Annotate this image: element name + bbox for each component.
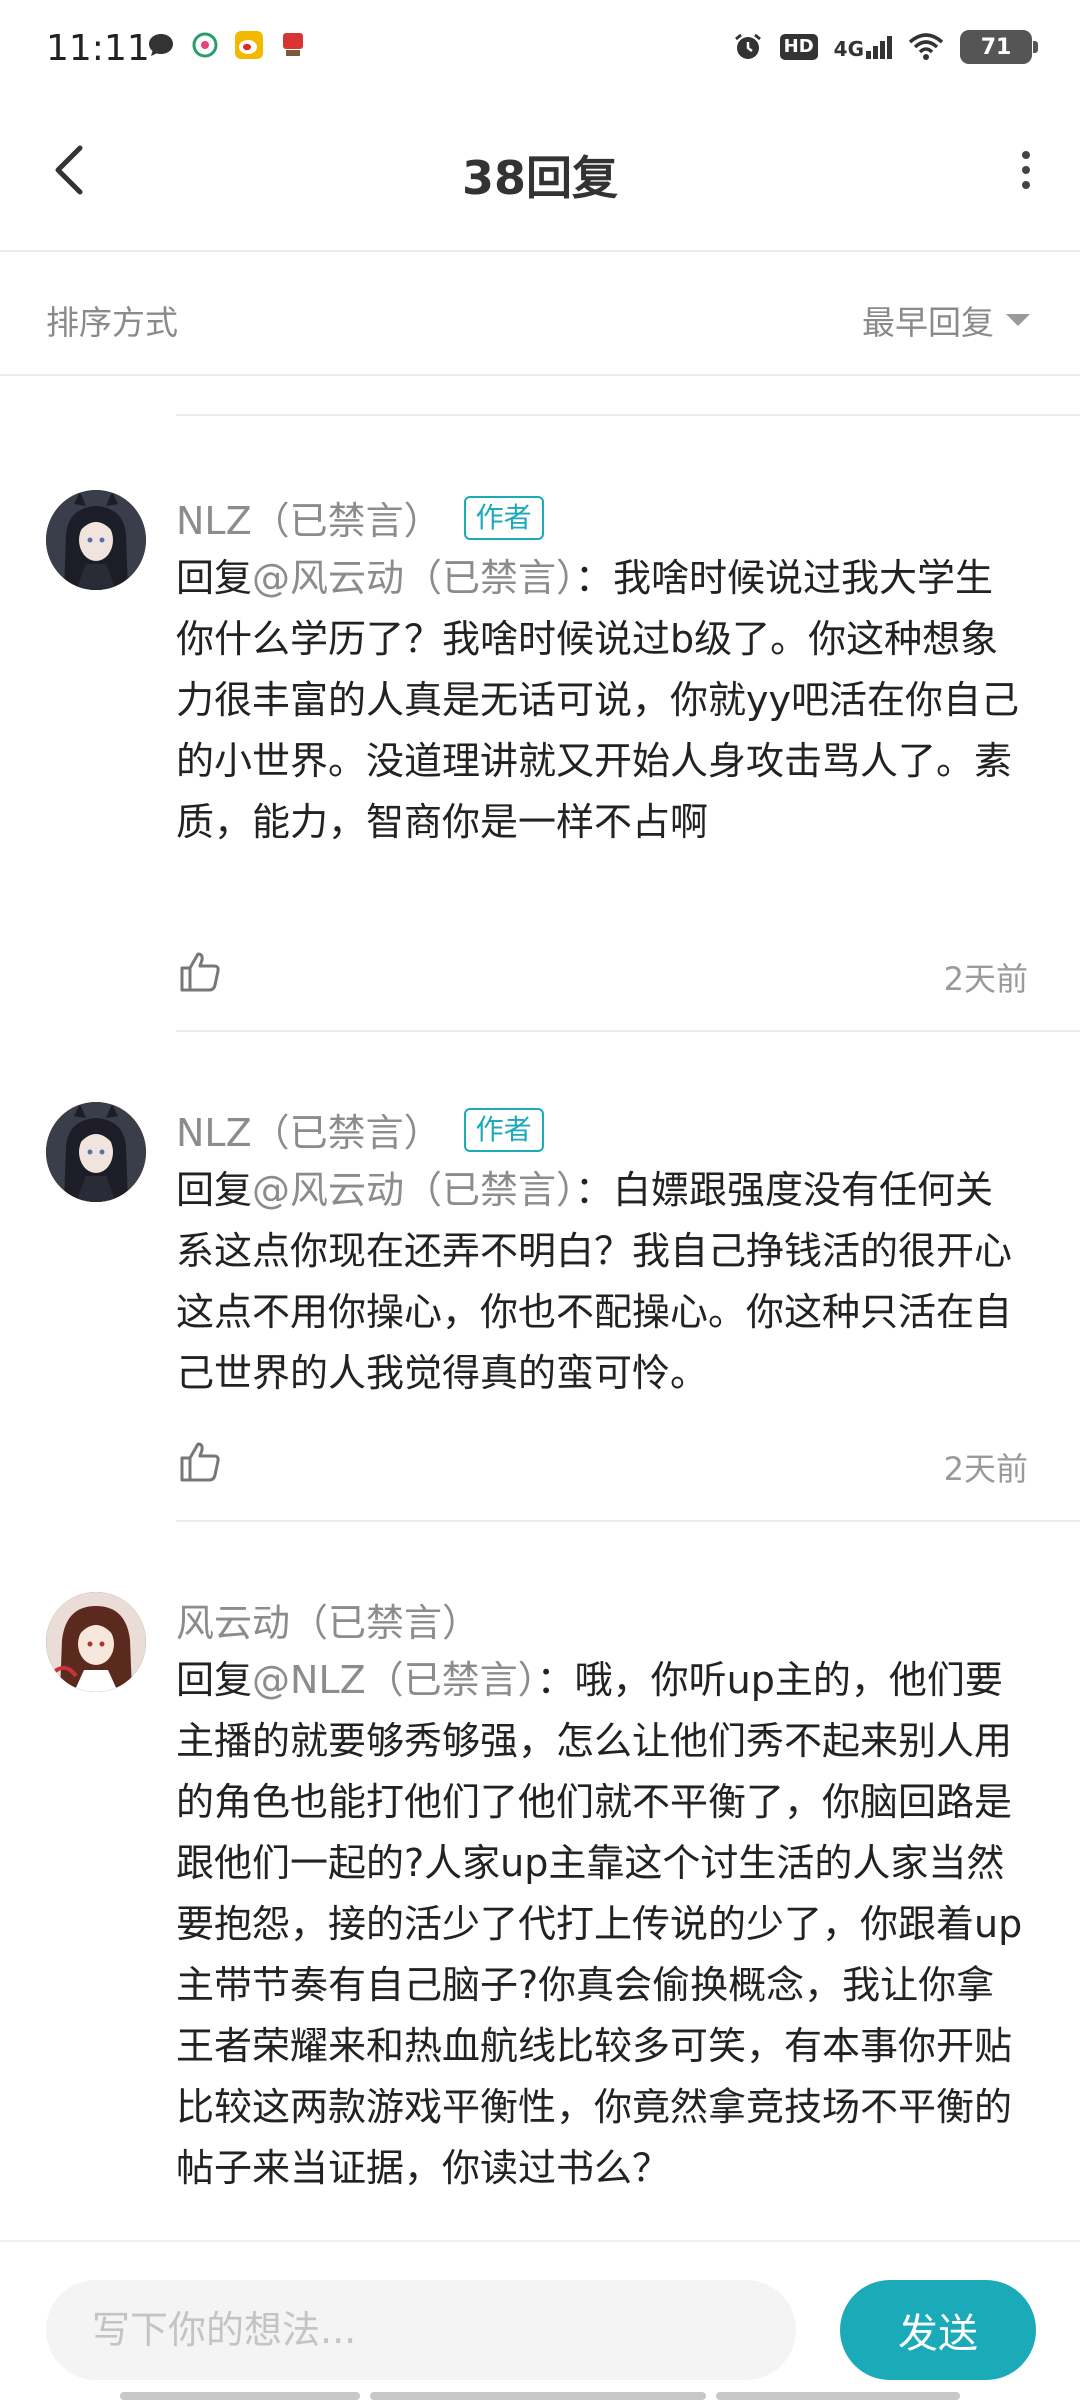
nav-gesture-bar xyxy=(370,2392,706,2400)
username[interactable]: NLZ（已禁言） xyxy=(176,490,442,545)
username-row: 风云动（已禁言） xyxy=(176,1592,480,1647)
avatar-image xyxy=(46,1592,146,1692)
nav-gesture-bar xyxy=(716,2392,960,2400)
comment-time: 2天前 xyxy=(943,960,1028,998)
caret-down-icon xyxy=(1006,314,1030,326)
status-bar: 11:11 HD 4G 71 xyxy=(0,0,1080,100)
comment-text: 回复@风云动（已禁言）：我啥时候说过我大学生你什么学历了？我啥时候说过b级了。你… xyxy=(176,548,1026,853)
nav-gesture-bar xyxy=(120,2392,360,2400)
reply-input[interactable] xyxy=(46,2280,796,2380)
avatar[interactable] xyxy=(46,490,146,590)
reply-separator: ： xyxy=(575,556,614,600)
avatar-image xyxy=(46,1102,146,1202)
list-divider xyxy=(176,414,1080,416)
reply-prefix: 回复 xyxy=(176,1168,253,1212)
app-icon xyxy=(192,32,218,58)
battery-icon: 71 xyxy=(960,30,1038,64)
avatar[interactable] xyxy=(46,1592,146,1692)
comment-text: 回复@风云动（已禁言）：白嫖跟强度没有任何关系这点你现在还弄不明白？我自己挣钱活… xyxy=(176,1160,1026,1404)
comment-divider xyxy=(176,1520,1080,1522)
sort-bar: 排序方式 最早回复 xyxy=(0,252,1080,376)
comment-time: 2天前 xyxy=(943,1450,1028,1488)
composer-bar: 发送 xyxy=(0,2240,1080,2400)
alarm-icon xyxy=(734,33,761,59)
mention-link[interactable]: @风云动（已禁言） xyxy=(252,1168,575,1212)
avatar-image xyxy=(46,490,146,590)
username-row: NLZ（已禁言） 作者 xyxy=(176,490,544,545)
weibo-icon xyxy=(235,31,263,59)
sort-label: 排序方式 xyxy=(46,303,178,342)
status-left-icons xyxy=(146,30,308,60)
page-header: 38回复 xyxy=(0,100,1080,252)
comment-text: 回复@NLZ（已禁言）：哦，你听up主的，他们要主播的就要够秀够强，怎么让他们秀… xyxy=(176,1650,1026,2199)
signal-icon: 4G xyxy=(833,35,892,61)
like-icon[interactable] xyxy=(176,948,224,996)
chat-bubble-icon xyxy=(149,34,173,56)
like-icon[interactable] xyxy=(176,1438,224,1486)
username-row: NLZ（已禁言） 作者 xyxy=(176,1102,544,1157)
status-time: 11:11 xyxy=(46,28,150,69)
author-badge: 作者 xyxy=(463,495,544,540)
reply-prefix: 回复 xyxy=(176,556,253,600)
username[interactable]: 风云动（已禁言） xyxy=(176,1592,480,1647)
sort-selected-value: 最早回复 xyxy=(862,303,994,342)
reply-separator: ： xyxy=(536,1658,575,1702)
avatar[interactable] xyxy=(46,1102,146,1202)
app-logo-icon xyxy=(283,33,303,56)
page-title: 38回复 xyxy=(461,151,618,205)
network-type: 4G xyxy=(833,36,864,61)
username[interactable]: NLZ（已禁言） xyxy=(176,1102,442,1157)
comment-content: 哦，你听up主的，他们要主播的就要够秀够强，怎么让他们秀不起来别人用的角色也能打… xyxy=(176,1658,1023,2190)
sort-order-dropdown[interactable]: 最早回复 xyxy=(862,296,1030,344)
author-badge: 作者 xyxy=(463,1107,544,1152)
reply-prefix: 回复 xyxy=(176,1658,253,1702)
reply-separator: ： xyxy=(575,1168,614,1212)
send-button[interactable]: 发送 xyxy=(840,2280,1036,2380)
mention-link[interactable]: @风云动（已禁言） xyxy=(252,556,575,600)
more-vertical-icon xyxy=(1022,151,1030,159)
hd-icon: HD xyxy=(779,34,818,60)
mention-link[interactable]: @NLZ（已禁言） xyxy=(252,1658,537,1702)
status-right-icons: HD 4G 71 xyxy=(732,30,1038,64)
more-options-button[interactable] xyxy=(996,140,1056,200)
wifi-icon xyxy=(908,33,944,60)
comment-divider xyxy=(176,1030,1080,1032)
